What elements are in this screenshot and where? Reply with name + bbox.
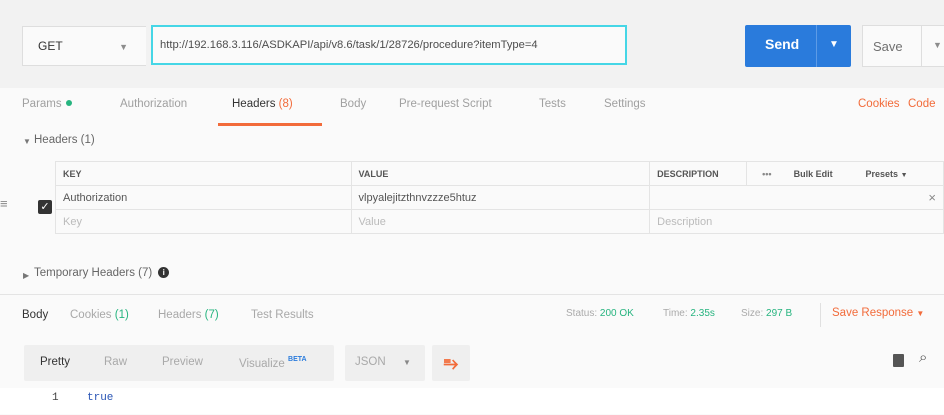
tab-headers[interactable]: Headers (8) (232, 98, 293, 110)
header-description-cell[interactable]: × (649, 185, 944, 210)
tab-response-body[interactable]: Body (22, 309, 48, 321)
tab-response-headers[interactable]: Headers (7) (158, 309, 219, 321)
copy-icon[interactable] (893, 354, 904, 367)
send-button[interactable]: Send ▼ (745, 25, 851, 67)
row-checkbox[interactable]: ✓ (38, 200, 52, 214)
format-toggle: Pretty Raw Preview Visualize BETA (24, 345, 334, 381)
new-value-input[interactable]: Value (350, 209, 651, 234)
language-label: JSON (355, 356, 386, 368)
tab-pre-request-script[interactable]: Pre-request Script (399, 98, 492, 110)
url-input[interactable]: http://192.168.3.116/ASDKAPI/api/v8.6/ta… (151, 25, 627, 65)
new-description-input[interactable]: Description (649, 209, 944, 234)
headers-section: ▼ Headers (1) KEY VALUE DESCRIPTION ••• … (0, 126, 944, 294)
chevron-down-icon: ▼ (900, 171, 908, 179)
save-divider (921, 26, 922, 66)
divider (820, 303, 821, 327)
time-readout[interactable]: Time: 2.35s (663, 308, 715, 319)
column-key: KEY (55, 161, 352, 186)
header-key-cell[interactable]: Authorization (55, 185, 352, 210)
method-select[interactable]: GET ▼ (22, 26, 146, 66)
tab-body[interactable]: Body (340, 98, 366, 110)
save-response-button[interactable]: Save Response ▼ (832, 307, 924, 319)
new-key-input[interactable]: Key (55, 209, 352, 234)
temporary-headers-toggle[interactable]: Temporary Headers (7) i (34, 267, 170, 279)
chevron-down-icon[interactable]: ▼ (829, 39, 839, 50)
url-text: http://192.168.3.116/ASDKAPI/api/v8.6/ta… (160, 39, 538, 51)
save-button[interactable]: Save ▼ (862, 25, 944, 67)
tab-params[interactable]: Params (22, 98, 72, 110)
presets-dropdown[interactable]: Presets ▼ (858, 161, 944, 186)
headers-section-title[interactable]: Headers (1) (34, 134, 95, 146)
table-row: Authorization vlpyalejitzthnvzzze5htuz × (55, 185, 944, 210)
size-readout[interactable]: Size: 297 B (741, 308, 792, 319)
delete-row-icon[interactable]: × (928, 190, 936, 205)
caret-down-icon[interactable]: ▼ (23, 137, 31, 146)
line-number: 1 (52, 392, 59, 404)
code-link[interactable]: Code (908, 98, 936, 110)
format-preview[interactable]: Preview (162, 356, 203, 368)
params-dot-icon (65, 100, 72, 106)
headers-table: KEY VALUE DESCRIPTION ••• Bulk Edit Pres… (55, 161, 944, 234)
wrap-lines-icon[interactable]: ⥱ (432, 345, 470, 381)
chevron-down-icon: ▼ (119, 42, 128, 52)
column-description: DESCRIPTION (649, 161, 748, 186)
info-icon[interactable]: i (158, 267, 170, 278)
chevron-down-icon[interactable]: ▼ (933, 40, 942, 50)
status-readout: Status: 200 OK (566, 308, 634, 319)
send-divider (816, 25, 817, 67)
header-value-cell[interactable]: vlpyalejitzthnvzzze5htuz (350, 185, 651, 210)
tab-response-cookies[interactable]: Cookies (1) (70, 309, 129, 321)
method-label: GET (38, 39, 63, 53)
format-raw[interactable]: Raw (104, 356, 127, 368)
tab-test-results[interactable]: Test Results (251, 309, 314, 321)
column-value: VALUE (350, 161, 651, 186)
send-label: Send (765, 36, 800, 52)
caret-right-icon[interactable]: ▶ (23, 271, 29, 280)
more-options-icon[interactable]: ••• (746, 161, 787, 186)
format-pretty[interactable]: Pretty (40, 356, 70, 368)
bulk-edit-link[interactable]: Bulk Edit (786, 161, 859, 186)
chevron-down-icon: ▼ (916, 309, 925, 318)
tab-tests[interactable]: Tests (539, 98, 566, 110)
search-icon[interactable]: ⌕ (919, 349, 927, 366)
code-line: true (87, 392, 114, 404)
drag-handle-icon[interactable]: ≡ (0, 196, 8, 211)
tab-settings[interactable]: Settings (604, 98, 646, 110)
table-row-empty: Key Value Description (55, 209, 944, 234)
request-tabs: Params Authorization Headers (8) Body Pr… (0, 88, 944, 127)
cookies-link[interactable]: Cookies (858, 98, 900, 110)
response-body-editor[interactable]: 1 true (0, 388, 944, 414)
format-visualize[interactable]: Visualize BETA (239, 356, 307, 370)
language-select[interactable]: JSON ▼ (345, 345, 425, 381)
tab-authorization[interactable]: Authorization (120, 98, 187, 110)
table-header-row: KEY VALUE DESCRIPTION ••• Bulk Edit Pres… (55, 161, 944, 186)
save-label: Save (873, 39, 903, 54)
chevron-down-icon: ▼ (403, 358, 411, 367)
